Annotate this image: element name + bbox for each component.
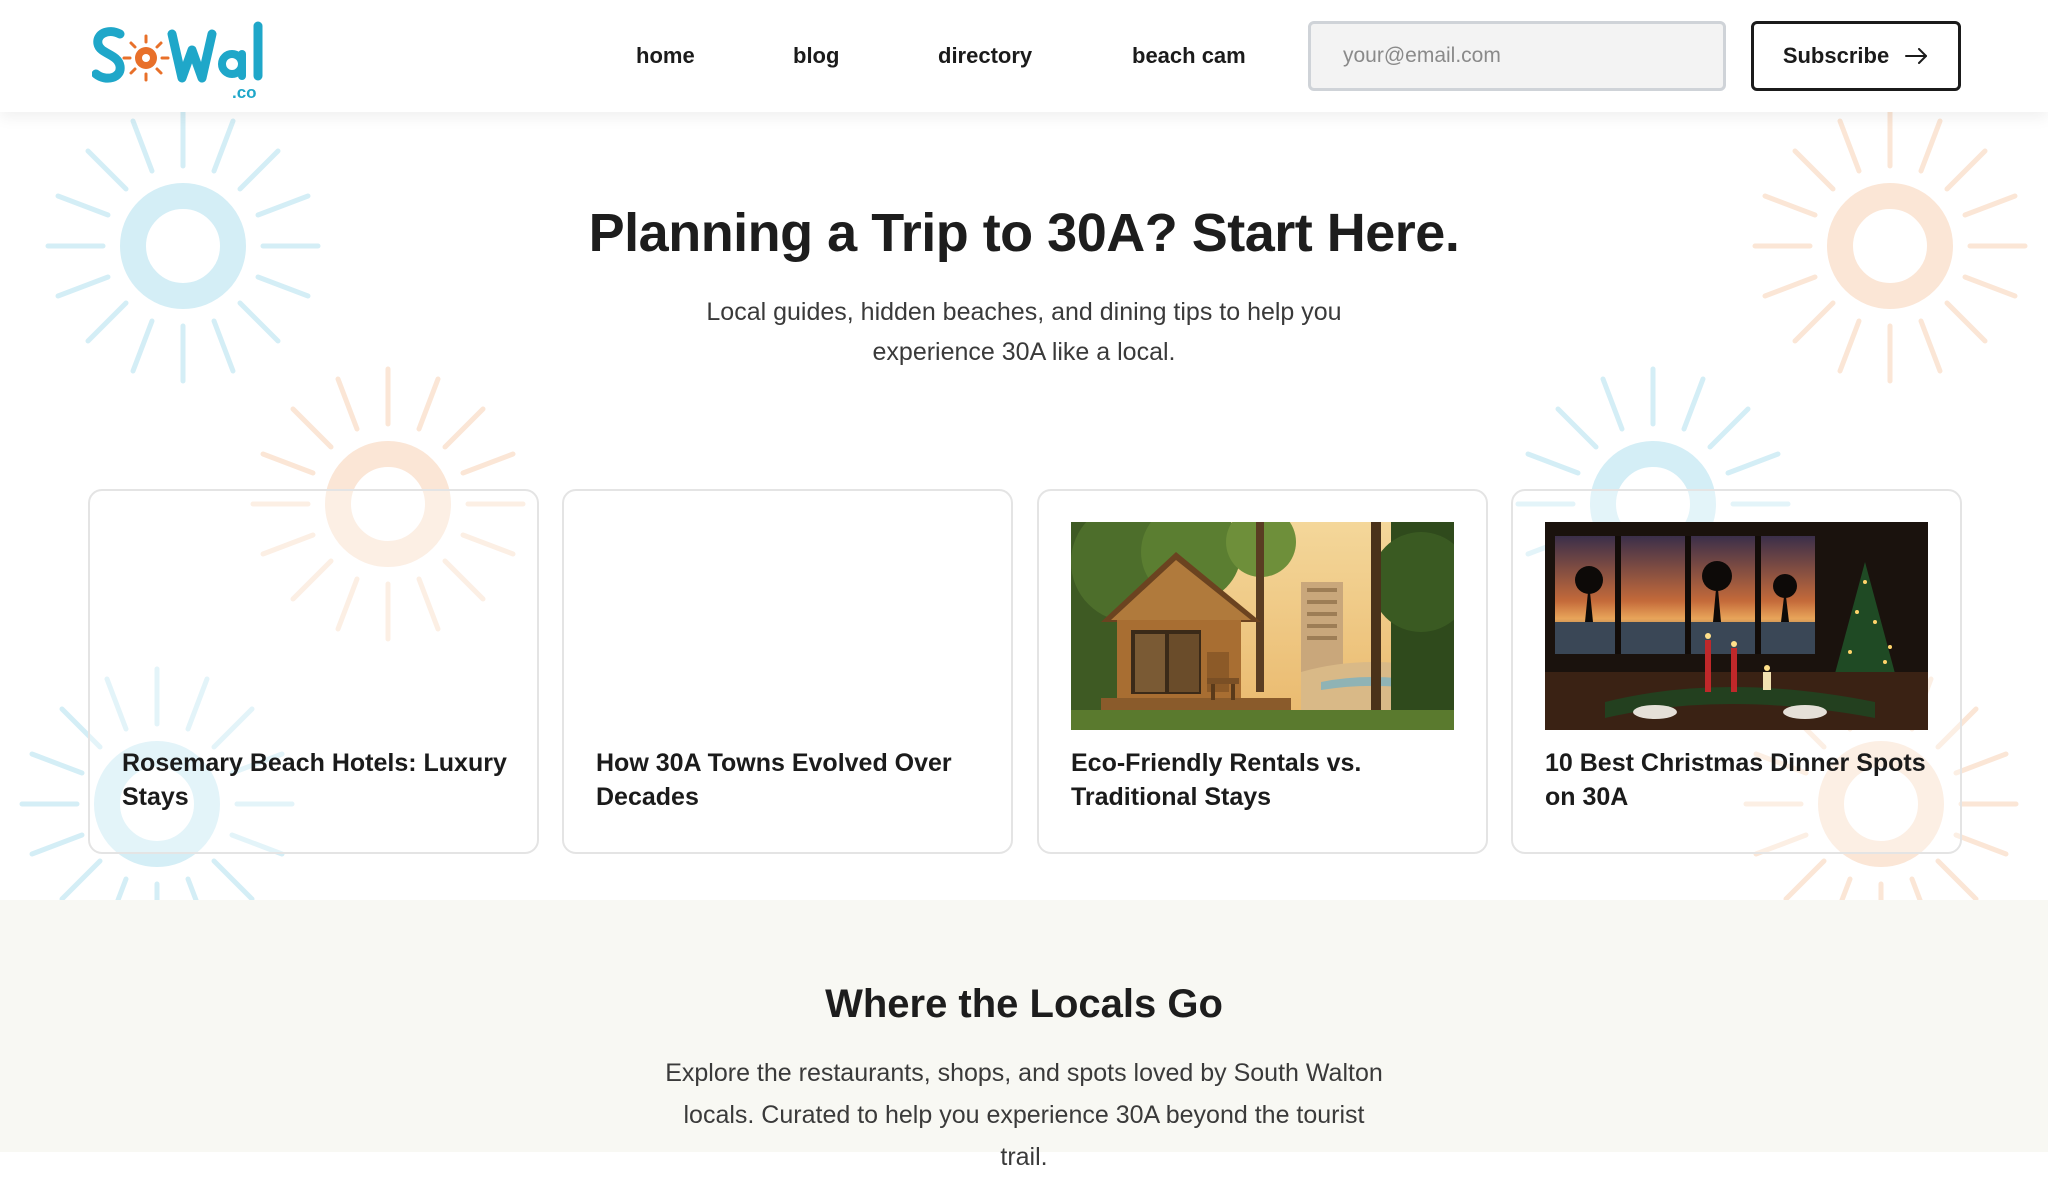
article-card-rosemary-beach-hotels[interactable]: Rosemary Beach Hotels: Luxury Stays (88, 489, 539, 854)
article-card-30a-towns-evolved[interactable]: How 30A Towns Evolved Over Decades (562, 489, 1013, 854)
card-title: How 30A Towns Evolved Over Decades (596, 749, 952, 811)
article-card-eco-friendly-rentals[interactable]: Eco-Friendly Rentals vs. Traditional Sta… (1037, 489, 1488, 854)
sowal-logo[interactable]: .co (92, 14, 272, 100)
cabin-forest-image (1071, 522, 1454, 730)
hero-title: Planning a Trip to 30A? Start Here. (588, 203, 1460, 263)
svg-text:.co: .co (232, 83, 257, 100)
nav-directory-link[interactable]: directory (938, 38, 1032, 74)
hero-section: Planning a Trip to 30A? Start Here. Loca… (0, 112, 2048, 900)
hero-subtitle: Local guides, hidden beaches, and dining… (706, 298, 1342, 366)
subscribe-button-label: Subscribe (1782, 43, 1890, 68)
arrow-right-icon (1905, 48, 1928, 64)
christmas-dinner-image (1545, 522, 1928, 730)
nav-beach-cam-link[interactable]: beach cam (1132, 38, 1246, 74)
article-card-christmas-dinner-spots[interactable]: 10 Best Christmas Dinner Spots on 30A (1511, 489, 1962, 854)
site-header: .co home blog directory beach cam Subscr… (0, 0, 2048, 112)
subscribe-button[interactable]: Subscribe (1751, 21, 1961, 91)
locals-section: Where the Locals Go Explore the restaura… (0, 900, 2048, 1171)
locals-title: Where the Locals Go (825, 982, 1223, 1026)
locals-description: Explore the restaurants, shops, and spot… (665, 1059, 1383, 1171)
card-title: Eco-Friendly Rentals vs. Traditional Sta… (1071, 749, 1362, 811)
nav-blog-link[interactable]: blog (793, 38, 839, 74)
card-title: Rosemary Beach Hotels: Luxury Stays (122, 749, 507, 811)
email-input[interactable] (1308, 21, 1726, 91)
card-title: 10 Best Christmas Dinner Spots on 30A (1545, 749, 1926, 811)
nav-home-link[interactable]: home (636, 38, 695, 74)
